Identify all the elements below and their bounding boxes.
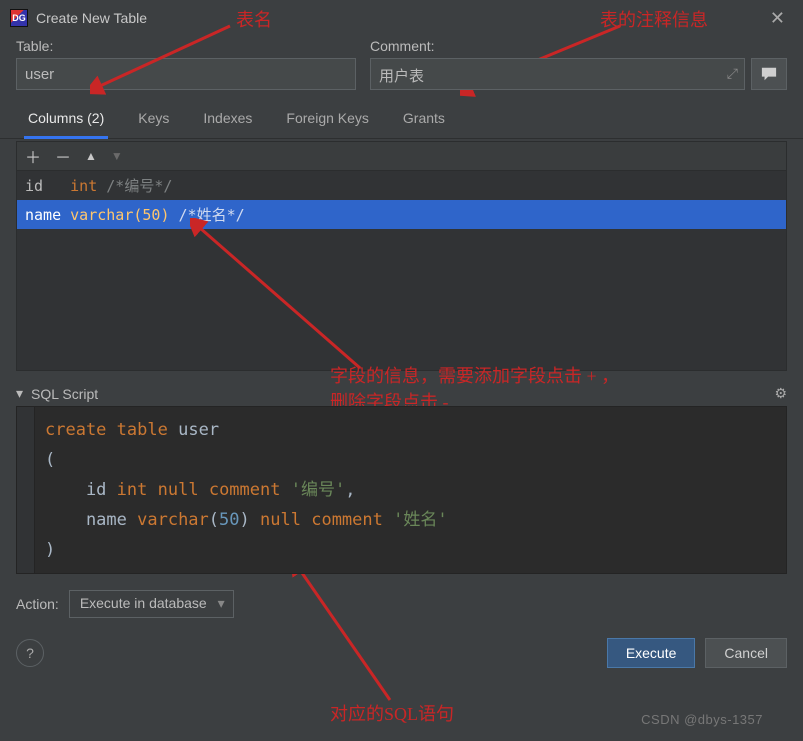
remove-column-button[interactable]: －: [55, 144, 71, 168]
sql-line: (: [21, 445, 782, 475]
execute-button[interactable]: Execute: [607, 638, 696, 668]
action-label: Action:: [16, 596, 59, 612]
window-title: Create New Table: [36, 10, 147, 26]
sql-line: create table user: [21, 415, 782, 445]
chevron-down-icon[interactable]: ▾: [16, 385, 23, 402]
column-row[interactable]: name varchar(50) /*姓名*/: [17, 200, 786, 229]
table-input[interactable]: [16, 58, 356, 90]
column-row[interactable]: id int /*编号*/: [17, 171, 786, 200]
action-value: Execute in database: [80, 595, 207, 611]
move-down-button[interactable]: ▼: [111, 149, 123, 163]
annotation-sql: 对应的SQL语句: [330, 700, 454, 726]
cancel-button[interactable]: Cancel: [705, 638, 787, 668]
move-up-button[interactable]: ▲: [85, 149, 97, 163]
action-select[interactable]: Execute in database: [69, 590, 234, 618]
close-icon[interactable]: ✕: [770, 8, 785, 29]
gear-icon[interactable]: ⚙: [774, 385, 787, 402]
sql-line: name varchar(50) null comment '姓名': [21, 505, 782, 535]
watermark: CSDN @dbys-1357: [641, 712, 763, 727]
sql-line: ): [21, 535, 782, 565]
sql-line: id int null comment '编号',: [21, 475, 782, 505]
tab-columns-[interactable]: Columns (2): [24, 104, 108, 139]
sql-script-label: SQL Script: [31, 386, 98, 402]
comment-value: 用户表: [379, 68, 424, 85]
app-icon: DG: [10, 9, 28, 27]
tab-foreign-keys[interactable]: Foreign Keys: [282, 104, 372, 138]
comment-dialog-button[interactable]: [751, 58, 787, 90]
tab-indexes[interactable]: Indexes: [199, 104, 256, 138]
sql-editor[interactable]: create table user( id int null comment '…: [16, 406, 787, 574]
comment-label: Comment:: [370, 38, 787, 54]
columns-list[interactable]: id int /*编号*/name varchar(50) /*姓名*/: [16, 171, 787, 371]
table-label: Table:: [16, 38, 356, 54]
gutter: [17, 407, 35, 573]
help-button[interactable]: ?: [16, 639, 44, 667]
tab-keys[interactable]: Keys: [134, 104, 173, 138]
add-column-button[interactable]: ＋: [25, 144, 41, 168]
tab-grants[interactable]: Grants: [399, 104, 449, 138]
expand-icon[interactable]: ⤢: [727, 65, 738, 82]
comment-input[interactable]: 用户表 ⤢: [370, 58, 745, 90]
